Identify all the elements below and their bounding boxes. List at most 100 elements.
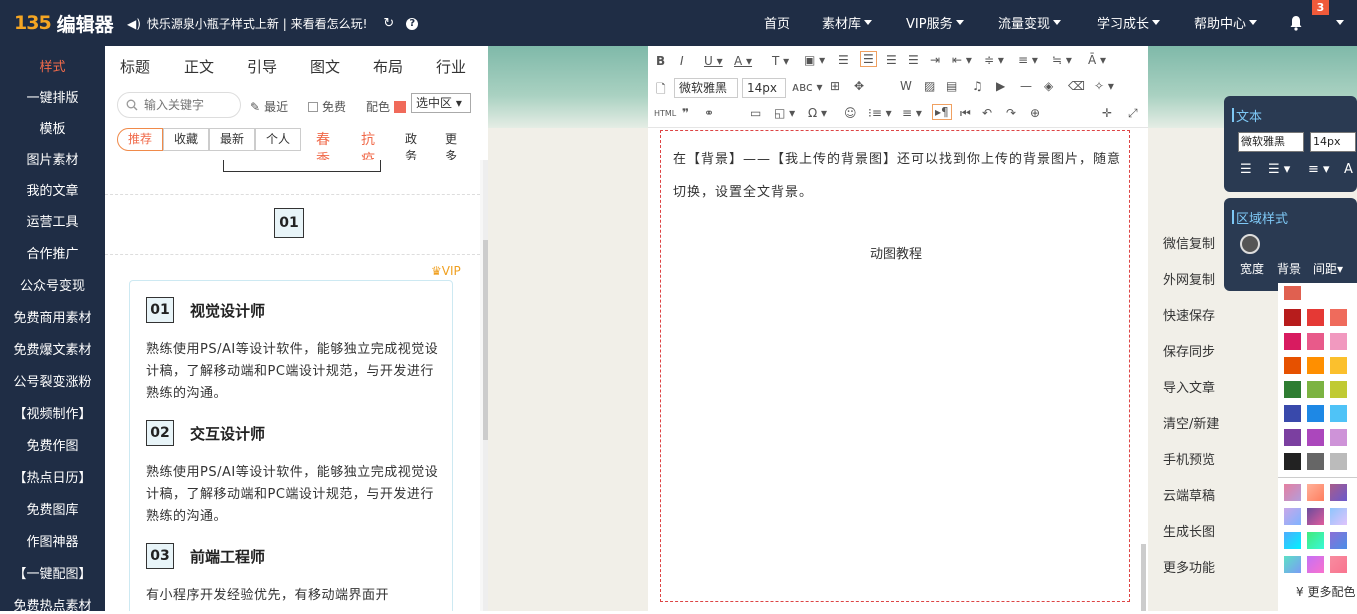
gradient-swatch[interactable] [1284, 484, 1301, 501]
sidebar-item[interactable]: 样式 [0, 56, 105, 75]
font-size-select[interactable]: 14px [742, 78, 786, 98]
free-filter[interactable]: 免费 [308, 98, 346, 115]
tab-body[interactable]: 正文 [184, 56, 214, 77]
tab-image-text[interactable]: 图文 [310, 56, 340, 77]
color-swatch[interactable] [1330, 333, 1347, 350]
outdent-icon[interactable]: ⇤ ▾ [952, 53, 972, 67]
color-swatch[interactable] [1284, 381, 1301, 398]
gradient-swatch[interactable] [1284, 532, 1301, 549]
sidebar-item[interactable]: 合作推广 [0, 243, 105, 262]
color-swatch[interactable] [1307, 309, 1324, 326]
logo[interactable]: 135 编辑器 [14, 10, 114, 36]
format-painter-icon[interactable]: ✥ [854, 79, 864, 93]
tab-industry[interactable]: 行业 [436, 56, 466, 77]
chip-recommend[interactable]: 推荐 [117, 128, 163, 151]
sidebar-item[interactable]: 模板 [0, 118, 105, 137]
sidebar-item[interactable]: 作图神器 [0, 531, 105, 550]
color-swatch[interactable] [1330, 405, 1347, 422]
action-item[interactable]: 导入文章 [1163, 377, 1243, 396]
new-doc-icon[interactable]: 🗋 [656, 80, 666, 101]
letter-spacing-icon[interactable]: ≒ ▾ [1052, 53, 1072, 67]
color-swatch[interactable] [1284, 357, 1301, 374]
color-swatch[interactable] [394, 100, 407, 113]
gradient-swatch[interactable] [1284, 508, 1301, 525]
align-icon[interactable]: ☰ [1240, 162, 1252, 177]
move-icon[interactable]: ✛ [1102, 106, 1112, 120]
notice-banner[interactable]: ◀) 快乐源泉小瓶子样式上新 | 来看看怎么玩! ↻ ? [127, 15, 419, 32]
user-menu-caret-icon[interactable] [1336, 20, 1344, 25]
background-button[interactable]: 背景 [1277, 260, 1301, 277]
sidebar-item[interactable]: 免费爆文素材 [0, 339, 105, 358]
fullscreen-icon[interactable]: ⤢ [1128, 106, 1138, 121]
gradient-swatch[interactable] [1307, 532, 1324, 549]
link-icon[interactable]: ⚭ [704, 106, 714, 120]
editor-scrollbar[interactable] [1141, 544, 1146, 611]
eraser-icon[interactable]: ⌫ [1068, 79, 1085, 93]
music-icon[interactable]: ♫ [972, 79, 983, 93]
action-item[interactable]: 快速保存 [1163, 305, 1243, 324]
text-panel-font-select[interactable]: 微软雅黑 [1238, 132, 1304, 152]
sidebar-item[interactable]: 【视频制作】 [0, 403, 105, 422]
sidebar-item[interactable]: 【一键配图】 [0, 563, 105, 582]
width-button[interactable]: 宽度 [1240, 260, 1264, 277]
document-caption[interactable]: 动图教程 [661, 243, 1131, 262]
nav-home[interactable]: 首页 [764, 13, 790, 32]
divider-line-icon[interactable]: — [1020, 79, 1032, 93]
gradient-swatch[interactable] [1307, 556, 1324, 573]
color-swatch[interactable] [1307, 381, 1324, 398]
tab-layout[interactable]: 布局 [373, 56, 403, 77]
clear-format-icon[interactable]: Ā ▾ [1088, 53, 1106, 67]
align-justify-icon[interactable]: ☰ [908, 53, 919, 67]
color-swatch[interactable] [1330, 453, 1347, 470]
highlight-icon[interactable]: ▣ ▾ [804, 53, 825, 67]
list-menu-icon[interactable]: ≡ ▾ [1308, 162, 1330, 177]
sidebar-item[interactable]: 公号裂变涨粉 [0, 371, 105, 390]
color-swatch[interactable] [1330, 381, 1347, 398]
color-swatch[interactable] [1307, 453, 1324, 470]
bold-icon[interactable]: B [656, 54, 665, 68]
sidebar-item[interactable]: 免费图库 [0, 499, 105, 518]
bucket-icon[interactable]: ◈ [1044, 79, 1053, 93]
paragraph-spacing-icon[interactable]: ≡ ▾ [1018, 53, 1038, 67]
font-color-icon[interactable]: A ▾ [734, 54, 752, 68]
nav-help[interactable]: 帮助中心 [1194, 13, 1258, 32]
color-swatch[interactable] [1330, 357, 1347, 374]
gradient-swatch[interactable] [1330, 508, 1347, 525]
color-swatch[interactable] [1307, 405, 1324, 422]
align-menu-icon[interactable]: ☰ ▾ [1268, 162, 1290, 177]
nav-materials[interactable]: 素材库 [822, 13, 873, 32]
filter-government[interactable]: 政务 [405, 130, 417, 164]
gradient-swatch[interactable] [1307, 508, 1324, 525]
color-swatch[interactable] [1307, 429, 1324, 446]
italic-icon[interactable]: I [680, 54, 684, 68]
refresh-icon[interactable]: ↻ [383, 16, 394, 31]
table-icon[interactable]: ⊞ [830, 79, 840, 93]
chip-personal[interactable]: 个人 [255, 128, 301, 151]
action-item[interactable]: 清空/新建 [1163, 413, 1243, 432]
align-right-icon[interactable]: ☰ [886, 53, 897, 67]
undo-icon[interactable]: ↶ [982, 106, 992, 120]
word-import-icon[interactable]: W [900, 79, 912, 93]
chip-latest[interactable]: 最新 [209, 128, 255, 151]
color-swatch[interactable] [1330, 309, 1347, 326]
style-card[interactable]: 01 视觉设计师 熟练使用PS/AI等设计软件，能够独立完成视觉设计稿，了解移动端… [129, 280, 453, 611]
quote-icon[interactable]: ❞ [682, 106, 689, 120]
color-swatch[interactable] [1307, 357, 1324, 374]
special-char-icon[interactable]: Ω ▾ [808, 106, 827, 120]
sidebar-item[interactable]: 免费商用素材 [0, 307, 105, 326]
gradient-swatch[interactable] [1307, 484, 1324, 501]
sidebar-item[interactable]: 运营工具 [0, 211, 105, 230]
color-swatch[interactable] [1330, 429, 1347, 446]
recent-filter[interactable]: ✎ 最近 [250, 98, 288, 115]
search-input[interactable] [144, 98, 234, 112]
template-icon[interactable]: ▭ [750, 106, 761, 120]
color-swatch[interactable] [1284, 309, 1301, 326]
sidebar-item[interactable]: 图片素材 [0, 149, 105, 168]
gradient-swatch[interactable] [1330, 556, 1347, 573]
style-item-number[interactable]: 01 [274, 208, 304, 238]
nav-traffic[interactable]: 流量变现 [998, 13, 1062, 32]
redo-icon[interactable]: ↷ [1006, 106, 1016, 120]
gradient-swatch[interactable] [1330, 532, 1347, 549]
sidebar-item[interactable]: 【热点日历】 [0, 467, 105, 486]
emoji-icon[interactable]: ☺ [844, 106, 857, 120]
